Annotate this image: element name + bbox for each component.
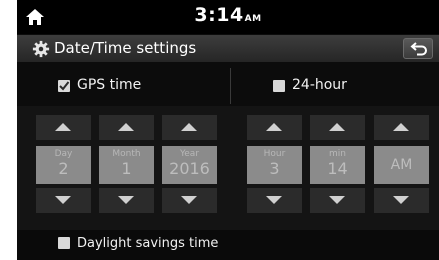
day-label: Day — [54, 149, 73, 159]
triangle-down-icon — [118, 196, 134, 204]
gps-time-option[interactable]: GPS time — [17, 68, 229, 104]
back-button[interactable] — [403, 38, 433, 59]
min-label: min — [329, 149, 346, 159]
daylight-savings-option[interactable]: Daylight savings time — [17, 230, 439, 260]
day-down-button[interactable] — [36, 188, 91, 213]
day-up-button[interactable] — [36, 115, 91, 140]
triangle-up-icon — [266, 123, 282, 131]
triangle-down-icon — [393, 196, 409, 204]
gear-icon — [32, 40, 50, 58]
min-up-button[interactable] — [310, 115, 365, 140]
triangle-up-icon — [181, 123, 197, 131]
hour-label: Hour — [263, 149, 286, 159]
month-label: Month — [112, 149, 141, 159]
day-value[interactable]: Day 2 — [36, 146, 91, 184]
ampm-value[interactable]: AM — [374, 146, 429, 184]
ampm-text: AM — [390, 157, 413, 173]
triangle-down-icon — [329, 196, 345, 204]
day-number: 2 — [58, 159, 69, 178]
triangle-up-icon — [393, 123, 409, 131]
24-hour-checkbox[interactable] — [273, 80, 285, 92]
year-value[interactable]: Year 2016 — [162, 146, 217, 184]
min-number: 14 — [327, 159, 348, 178]
month-number: 1 — [121, 159, 132, 178]
status-bar: 3:14AM — [17, 0, 439, 34]
gps-time-checkbox[interactable] — [58, 80, 70, 92]
year-number: 2016 — [169, 159, 210, 178]
hour-value[interactable]: Hour 3 — [247, 146, 302, 184]
options-divider — [230, 68, 231, 104]
hour-down-button[interactable] — [247, 188, 302, 213]
month-value[interactable]: Month 1 — [99, 146, 154, 184]
check-icon — [59, 81, 70, 91]
triangle-up-icon — [55, 123, 71, 131]
ampm-down-button[interactable] — [374, 188, 429, 213]
clock-ampm: AM — [244, 14, 262, 24]
hour-up-button[interactable] — [247, 115, 302, 140]
24-hour-option[interactable]: 24-hour — [233, 68, 439, 104]
min-value[interactable]: min 14 — [310, 146, 365, 184]
year-label: Year — [179, 149, 200, 159]
clock: 3:14AM — [17, 4, 439, 26]
gps-time-label: GPS time — [77, 77, 142, 93]
min-down-button[interactable] — [310, 188, 365, 213]
daylight-savings-checkbox[interactable] — [58, 237, 70, 249]
daylight-savings-label: Daylight savings time — [77, 236, 219, 251]
triangle-down-icon — [55, 196, 71, 204]
screen: 3:14AM Date/Time settings GPS time 24-ho… — [17, 0, 439, 260]
back-arrow-icon — [410, 42, 427, 56]
options-row: GPS time 24-hour — [17, 68, 439, 104]
clock-time: 3:14 — [194, 4, 244, 26]
month-down-button[interactable] — [99, 188, 154, 213]
year-up-button[interactable] — [162, 115, 217, 140]
year-down-button[interactable] — [162, 188, 217, 213]
hour-number: 3 — [269, 159, 280, 178]
triangle-up-icon — [118, 123, 134, 131]
24-hour-label: 24-hour — [292, 77, 347, 93]
title-bar: Date/Time settings — [17, 35, 439, 62]
triangle-up-icon — [329, 123, 345, 131]
month-up-button[interactable] — [99, 115, 154, 140]
triangle-down-icon — [181, 196, 197, 204]
triangle-down-icon — [266, 196, 282, 204]
ampm-up-button[interactable] — [374, 115, 429, 140]
page-title: Date/Time settings — [54, 39, 197, 57]
